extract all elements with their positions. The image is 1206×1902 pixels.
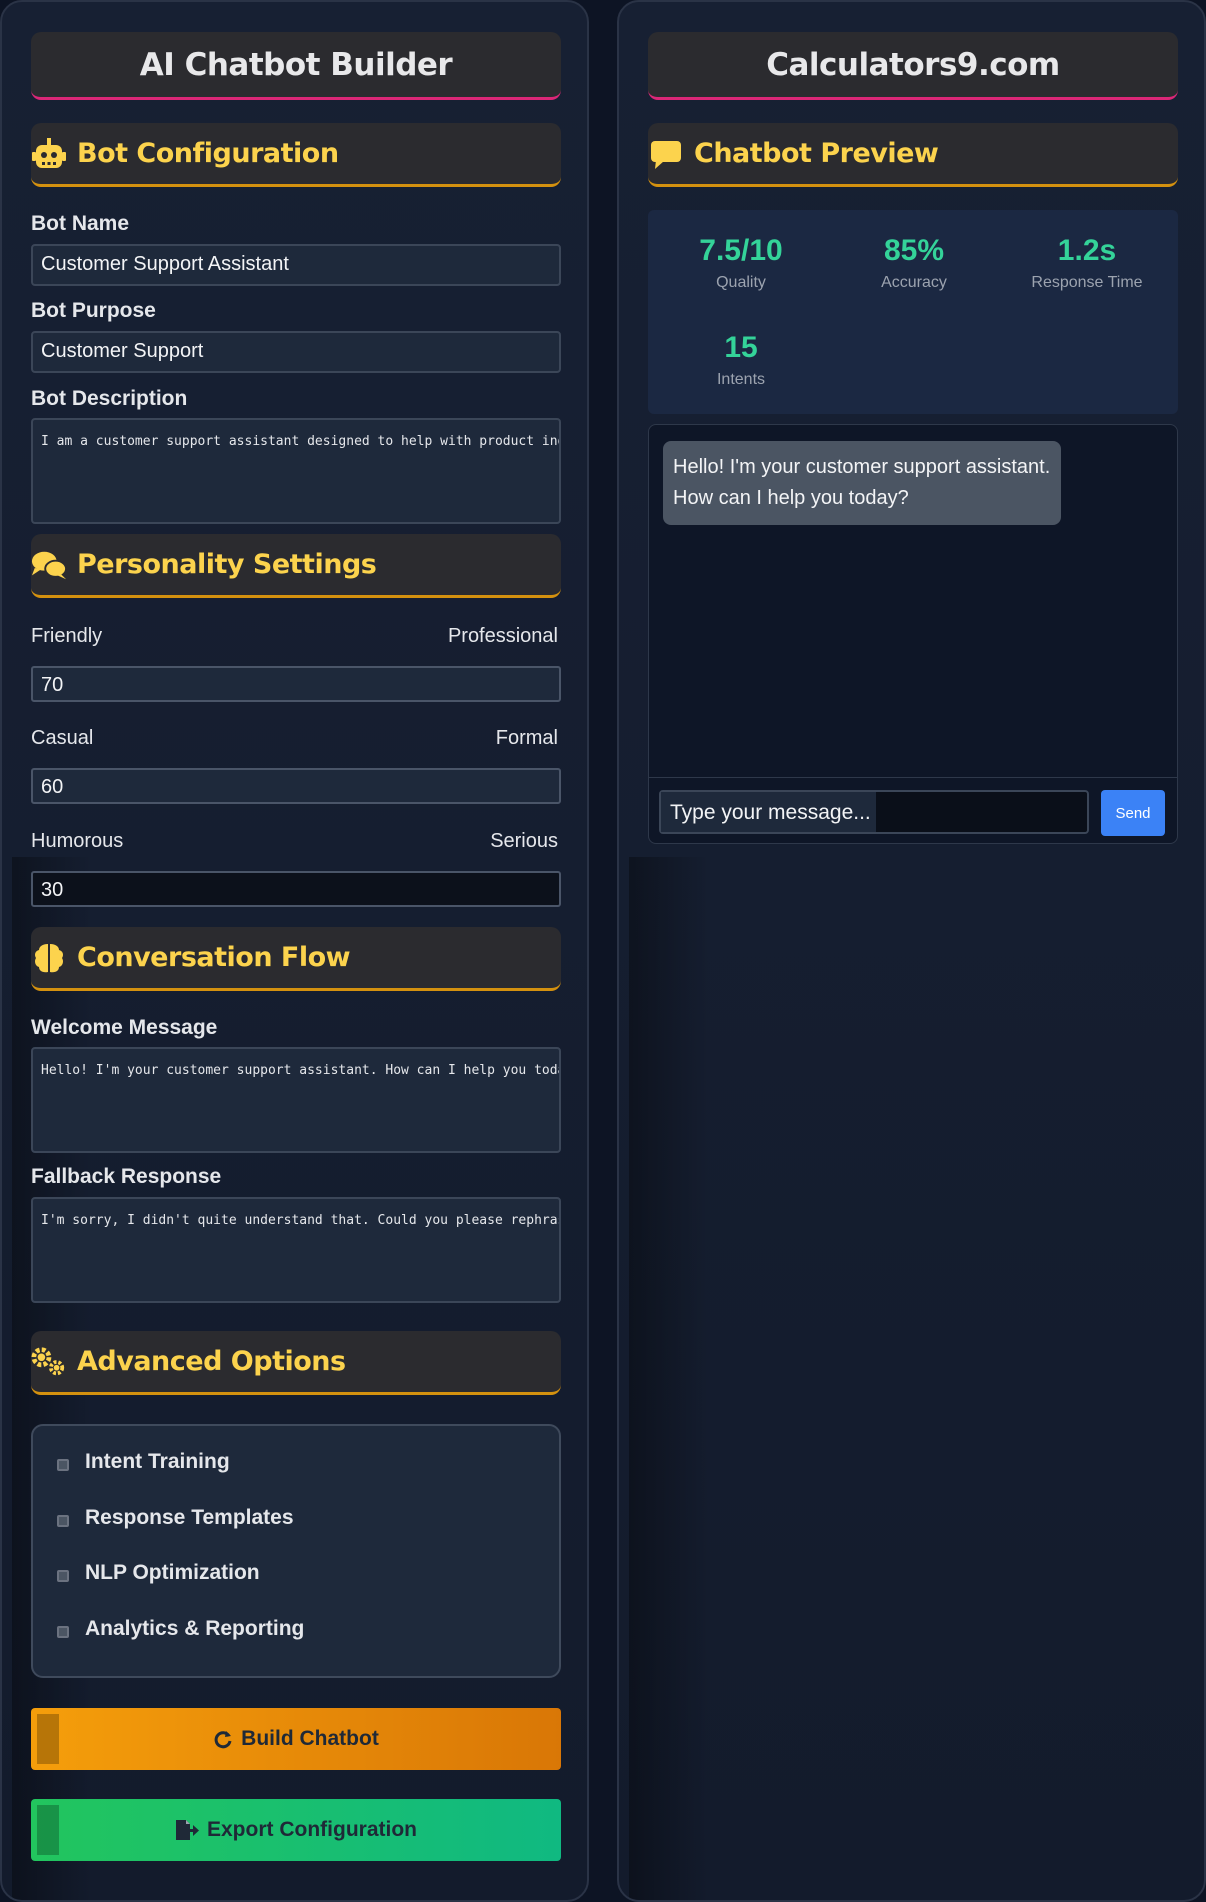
preview-panel: Calculators9.com Chatbot Preview 7.5/10 … bbox=[617, 0, 1206, 1902]
bot-purpose-label: Bot Purpose bbox=[31, 299, 156, 322]
cogs-icon bbox=[31, 1344, 67, 1380]
slider-label-left: Humorous bbox=[31, 830, 124, 852]
stat-quality: 7.5/10 Quality bbox=[699, 234, 783, 291]
option-response-templates[interactable]: Response Templates bbox=[57, 1506, 294, 1530]
builder-panel: AI Chatbot Builder Bot Configuration Bot… bbox=[0, 0, 589, 1902]
fallback-response-label: Fallback Response bbox=[31, 1165, 222, 1188]
checkbox[interactable] bbox=[57, 1626, 69, 1638]
option-nlp-optimization[interactable]: NLP Optimization bbox=[57, 1561, 260, 1585]
fallback-response-textarea[interactable]: I'm sorry, I didn't quite understand tha… bbox=[31, 1197, 561, 1303]
comments-icon bbox=[31, 547, 67, 583]
bot-description-label: Bot Description bbox=[31, 387, 188, 410]
export-configuration-button[interactable]: Export Configuration bbox=[31, 1799, 561, 1861]
section-bot-configuration: Bot Configuration bbox=[31, 123, 561, 187]
build-chatbot-button[interactable]: Build Chatbot bbox=[31, 1708, 561, 1770]
bot-name-label: Bot Name bbox=[31, 212, 130, 235]
file-export-icon bbox=[175, 1819, 199, 1841]
humorous-serious-slider[interactable]: 30 bbox=[31, 871, 561, 907]
option-analytics-reporting[interactable]: Analytics & Reporting bbox=[57, 1617, 304, 1641]
section-title: Advanced Options bbox=[77, 1346, 346, 1377]
bot-message: Hello! I'm your customer support assista… bbox=[663, 441, 1061, 525]
checkbox[interactable] bbox=[57, 1459, 69, 1471]
checkbox[interactable] bbox=[57, 1570, 69, 1582]
stats-panel: 7.5/10 Quality 85% Accuracy 1.2s Respons… bbox=[648, 210, 1178, 414]
stat-response-time: 1.2s Response Time bbox=[1031, 234, 1143, 291]
builder-title: AI Chatbot Builder bbox=[31, 32, 561, 100]
welcome-message-label: Welcome Message bbox=[31, 1016, 218, 1039]
section-chatbot-preview: Chatbot Preview bbox=[648, 123, 1178, 187]
friendly-professional-slider[interactable]: 70 bbox=[31, 666, 561, 702]
section-conversation-flow: Conversation Flow bbox=[31, 927, 561, 991]
slider-label-right: Serious bbox=[490, 830, 558, 852]
robot-icon bbox=[31, 136, 67, 172]
section-personality-settings: Personality Settings bbox=[31, 534, 561, 598]
brain-icon bbox=[31, 940, 67, 976]
stat-accuracy: 85% Accuracy bbox=[881, 234, 947, 291]
chat-input-row: Type your message... Send bbox=[649, 777, 1177, 843]
bot-name-input[interactable]: Customer Support Assistant bbox=[31, 244, 561, 286]
advanced-options-list: Intent Training Response Templates NLP O… bbox=[31, 1424, 561, 1678]
section-title: Personality Settings bbox=[77, 549, 377, 580]
chat-message-input[interactable]: Type your message... bbox=[659, 790, 1089, 834]
refresh-icon bbox=[213, 1729, 233, 1749]
slider-label-right: Professional bbox=[447, 625, 558, 647]
section-title: Chatbot Preview bbox=[694, 138, 939, 169]
bot-description-textarea[interactable]: I am a customer support assistant design… bbox=[31, 418, 561, 524]
section-title: Conversation Flow bbox=[77, 942, 351, 973]
send-button[interactable]: Send bbox=[1101, 790, 1165, 836]
stat-intents: 15 Intents bbox=[716, 331, 766, 388]
bot-purpose-select[interactable]: Customer Support bbox=[31, 331, 561, 373]
comment-icon bbox=[648, 136, 684, 172]
site-title: Calculators9.com bbox=[648, 32, 1178, 100]
checkbox[interactable] bbox=[57, 1515, 69, 1527]
slider-label-left: Friendly bbox=[31, 625, 103, 647]
option-intent-training[interactable]: Intent Training bbox=[57, 1450, 230, 1474]
chat-window: Hello! I'm your customer support assista… bbox=[648, 424, 1178, 844]
slider-label-left: Casual bbox=[31, 727, 94, 749]
casual-formal-slider[interactable]: 60 bbox=[31, 768, 561, 804]
section-advanced-options: Advanced Options bbox=[31, 1331, 561, 1395]
welcome-message-textarea[interactable]: Hello! I'm your customer support assista… bbox=[31, 1047, 561, 1153]
slider-label-right: Formal bbox=[495, 727, 558, 749]
section-title: Bot Configuration bbox=[77, 138, 339, 169]
